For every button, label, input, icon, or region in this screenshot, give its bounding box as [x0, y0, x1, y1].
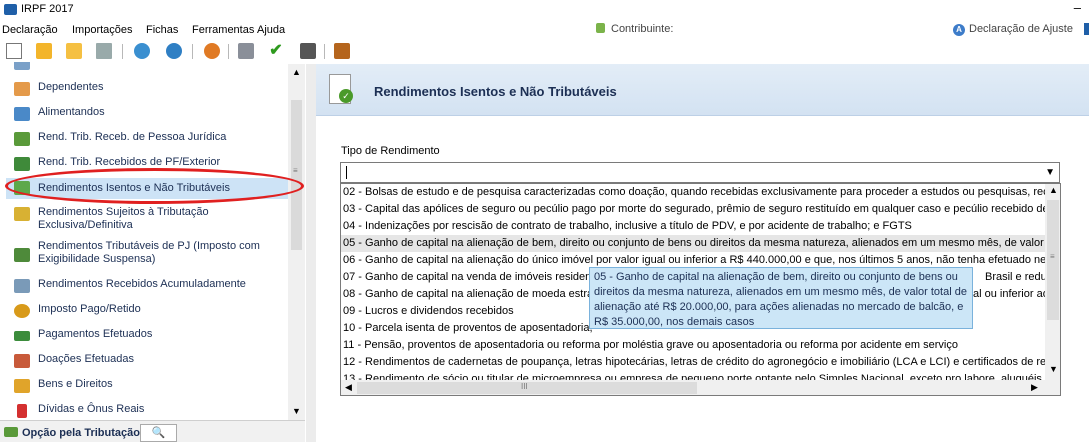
list-item-tail: al ou inferior ao [973, 288, 1045, 300]
menu-importacoes[interactable]: Importações [72, 24, 133, 36]
list-item-selected[interactable]: 05 - Ganho de capital na alienação de be… [341, 235, 1045, 252]
coin-icon [14, 304, 30, 318]
chevron-down-icon[interactable]: ▼ [1045, 167, 1055, 178]
minimize-button[interactable]: – [1074, 0, 1081, 15]
globe-send-icon[interactable] [134, 43, 150, 59]
sidebar-item-label: Rend. Trib. Receb. de Pessoa Jurídica [38, 131, 227, 143]
app-icon [4, 4, 17, 15]
title-bar: IRPF 2017 – [0, 0, 1089, 20]
gift-icon [14, 354, 30, 368]
window-title: IRPF 2017 [21, 3, 74, 15]
list-item-text: 07 - Ganho de capital na venda de imóvei… [343, 271, 614, 283]
option-tooltip: 05 - Ganho de capital na alienação de be… [589, 267, 973, 329]
scroll-thumb[interactable]: ≡ [291, 100, 302, 250]
list-item[interactable]: 03 - Capital das apólices de seguro ou p… [341, 201, 1045, 218]
menu-ferramentas[interactable]: Ferramentas [192, 24, 254, 36]
folder-icon[interactable] [66, 43, 82, 59]
sidebar-item-label: Imposto Pago/Retido [38, 303, 141, 315]
money-warning-icon [14, 248, 30, 262]
menu-fichas[interactable]: Fichas [146, 24, 178, 36]
check-badge-icon: ✓ [339, 89, 353, 103]
tipo-rendimento-label: Tipo de Rendimento [341, 145, 440, 157]
list-item-text: 08 - Ganho de capital na alienação de mo… [343, 288, 624, 300]
globe-receive-icon[interactable] [166, 43, 182, 59]
opcao-tributacao-label: Opção pela Tributação: [22, 427, 144, 439]
form-header: ✓ Rendimentos Isentos e Não Tributáveis [316, 64, 1089, 116]
sidebar-item-label: Rendimentos Sujeitos à Tributação Exclus… [38, 206, 209, 231]
sidebar-item-label: Pagamentos Efetuados [38, 328, 153, 340]
list-vertical-scrollbar[interactable]: ▲ ≡ ▼ [1045, 184, 1060, 380]
sidebar-item-label: Doações Efetuadas [38, 353, 135, 365]
search-button[interactable]: 🔍 [140, 424, 177, 442]
menu-bar: Declaração Importações Fichas Ferramenta… [0, 20, 1089, 40]
dependentes-icon [14, 82, 30, 96]
trash-icon[interactable] [96, 43, 112, 59]
scroll-grip-icon: III [521, 382, 528, 391]
alimentandos-icon [14, 107, 30, 121]
toolbar-separator [228, 44, 229, 59]
list-item-tail: Brasil e reduç [985, 271, 1045, 283]
toolbar-separator [324, 44, 325, 59]
text-caret [346, 166, 347, 179]
checkmark-icon[interactable]: ✔ [268, 43, 284, 59]
toolbar: ✔ [0, 40, 1089, 64]
scroll-down-icon[interactable]: ▼ [292, 406, 301, 416]
tributacao-icon [4, 427, 18, 437]
contribuinte-label: Contribuinte: [611, 23, 674, 35]
toolbar-separator [192, 44, 193, 59]
sidebar-item-label: Alimentandos [38, 106, 105, 118]
tipo-rendimento-combobox[interactable]: ▼ [340, 162, 1060, 183]
sidebar-item-label: Rendimentos Tributáveis de PJ (Imposto c… [38, 240, 260, 265]
print-icon[interactable] [238, 43, 254, 59]
scroll-right-icon[interactable]: ▶ [1031, 382, 1038, 393]
splitter[interactable] [306, 64, 316, 442]
panel-edge-icon [1084, 23, 1089, 35]
sidebar-scrollbar[interactable]: ▲ ≡ ▼ [288, 64, 305, 420]
scroll-left-icon[interactable]: ◀ [345, 382, 352, 393]
sidebar-item-label: Dependentes [38, 81, 104, 93]
highlight-annotation [5, 168, 304, 204]
internet-icon[interactable] [204, 43, 220, 59]
list-item[interactable]: 12 - Rendimentos de cadernetas de poupan… [341, 354, 1045, 371]
banknote-icon [14, 331, 30, 341]
sidebar-item-label: Dívidas e Ônus Reais [38, 403, 145, 415]
calculator-icon[interactable] [300, 43, 316, 59]
document-warning-icon [14, 207, 30, 221]
scroll-thumb[interactable]: ≡ [1047, 200, 1059, 320]
money-bag-icon [14, 379, 30, 393]
form-title: Rendimentos Isentos e Não Tributáveis [374, 84, 617, 99]
sidebar-item-partial[interactable] [14, 62, 284, 70]
list-item[interactable]: 02 - Bolsas de estudo e de pesquisa cara… [341, 184, 1045, 201]
declaracao-label: Declaração de Ajuste [969, 23, 1073, 35]
person-icon [14, 62, 30, 70]
help-book-icon[interactable] [334, 43, 350, 59]
list-item[interactable]: 13 - Rendimento de sócio ou titular de m… [341, 371, 1045, 380]
arrow-down-icon [17, 404, 27, 418]
toolbar-separator [122, 44, 123, 59]
list-item[interactable]: 11 - Pensão, proventos de aposentadoria … [341, 337, 1045, 354]
contribuinte-status: Contribuinte: [596, 23, 673, 35]
sidebar-footer: Opção pela Tributação: 🔍 [0, 420, 305, 442]
menu-declaracao[interactable]: Declaração [2, 24, 58, 36]
document-stack-icon [14, 279, 30, 293]
lock-icon [596, 23, 605, 33]
money-arrow-icon [14, 157, 30, 171]
scroll-up-icon[interactable]: ▲ [1049, 185, 1058, 195]
declaracao-status[interactable]: A Declaração de Ajuste [953, 23, 1089, 36]
scroll-up-icon[interactable]: ▲ [292, 67, 301, 77]
scroll-down-icon[interactable]: ▼ [1049, 364, 1058, 374]
sidebar-item-label: Rendimentos Recebidos Acumuladamente [38, 278, 246, 290]
list-item[interactable]: 04 - Indenizações por rescisão de contra… [341, 218, 1045, 235]
ajuste-icon: A [953, 24, 965, 36]
open-folder-icon[interactable] [36, 43, 52, 59]
sidebar: Dependentes Alimentandos Rend. Trib. Rec… [0, 62, 305, 442]
new-file-icon[interactable] [6, 43, 22, 59]
menu-ajuda[interactable]: Ajuda [257, 24, 285, 36]
money-arrow-icon [14, 132, 30, 146]
scroll-corner [1045, 380, 1060, 395]
list-horizontal-scrollbar[interactable]: ◀ III ▶ [341, 380, 1045, 395]
sidebar-item-label: Bens e Direitos [38, 378, 113, 390]
